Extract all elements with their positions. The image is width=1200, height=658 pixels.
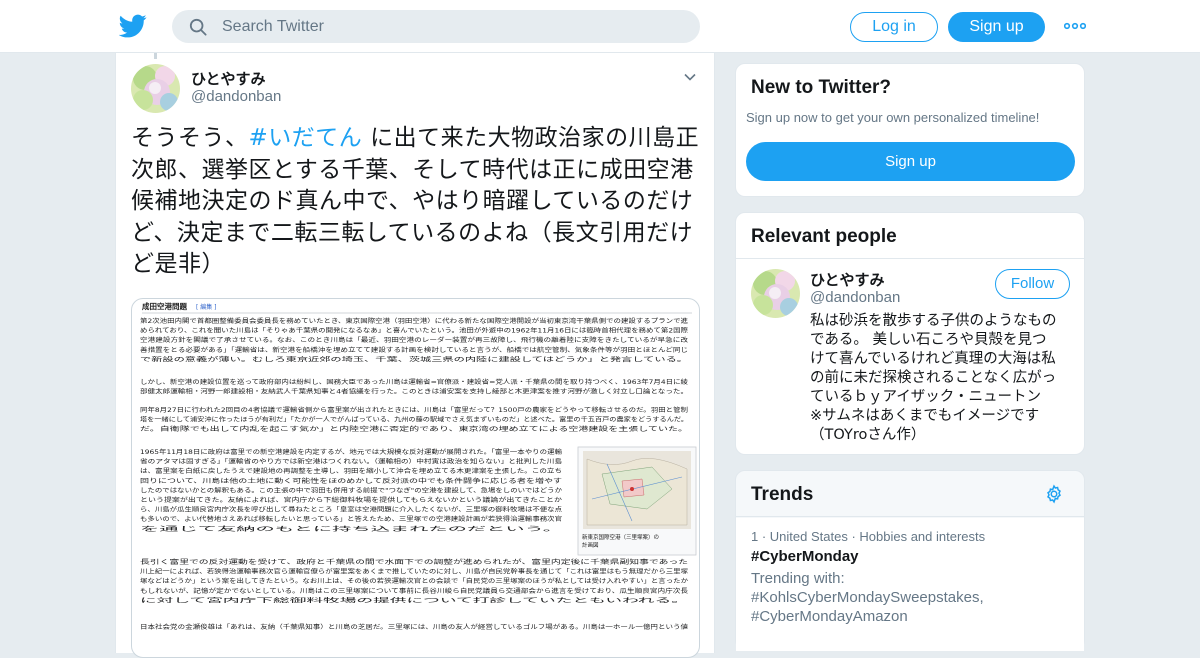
top-nav-bar: Log in Sign up <box>0 0 1200 53</box>
trend-related-line: #KohlsCyberMondaySweepstakes, <box>751 589 984 606</box>
gear-icon[interactable] <box>1044 484 1064 504</box>
wiki-excerpt-image: 成田空港問題 [ 編集 ] 第2次池田内閣で首都圏整備委員会委員長を務めていたと… <box>140 301 697 631</box>
trend-related: Trending with: #KohlsCyberMondaySweepsta… <box>751 569 984 626</box>
tweet-card: ひとやすみ @dandonban そうそう、#いだてん に出て来た大物政治家の川… <box>115 53 715 658</box>
new-to-twitter-module: New to Twitter? Sign up now to get your … <box>735 63 1085 197</box>
wiki-text-line: は、富里案を白紙に戻したうえで建設地の再調整を主導し、羽田を縮小して沖合を埋め立… <box>140 467 562 475</box>
wiki-text-line: 塚などはどうか」という案を出してきたという。なお川上は、その後の若狭運輸次官との… <box>140 577 688 585</box>
wiki-text-line: ら、川島が瓜生順良宮内庁次長を呼び出して尋ねたところ「皇室は空港問題に介入したく… <box>140 506 562 514</box>
bio-line: ※サムネはあくまでもイメージです <box>810 408 1040 424</box>
bio-line: である。 美しい石ころや貝殻を見つ <box>810 332 1047 348</box>
wiki-text-line: 同年8月27日に行われた2回目の4者協議で運輸省側から富里案が出されたときには、… <box>140 406 688 414</box>
bio-line: 私は砂浜を散歩する子供のようなもの <box>810 313 1057 329</box>
avatar[interactable] <box>131 64 180 113</box>
wiki-text-line: 塔を一緒にして浦安沖に作ったほうが有利だ」「たかが一人でがんばっている、九州の藤… <box>140 416 688 424</box>
trend-related-line: Trending with: <box>751 570 845 587</box>
trend-name[interactable]: #CyberMonday <box>751 548 859 565</box>
tweet-media-image[interactable]: 成田空港問題 [ 編集 ] 第2次池田内閣で首都圏整備委員会委員長を務めていたと… <box>131 298 700 658</box>
tweet-text-part: そうそう、 <box>131 125 249 151</box>
wiki-text-line: したのではないかとの解釈もある。この主張の中で羽田も併用する前提で"つなぎ"の空… <box>140 486 562 494</box>
avatar-image <box>751 269 800 318</box>
wiki-text-line: 1965年11月18日に政府は富里での新空港建設を内定するが、地元では大規模な反… <box>140 448 562 456</box>
sidebar-signup-button[interactable]: Sign up <box>746 142 1075 181</box>
person-handle[interactable]: @dandonban <box>810 289 900 306</box>
trends-module: Trends 1 · United States · Hobbies and i… <box>735 470 1085 651</box>
wiki-text-line: 善措置をとる必要がある」「運輸省は、新空港を船橋沖を埋め立てて建設する計画を検討… <box>140 346 688 354</box>
relevant-people-module: Relevant people ひとやすみ @dandonban Follow … <box>735 212 1085 455</box>
person-display-name[interactable]: ひとやすみ <box>810 269 885 290</box>
wiki-text-line: 第2次池田内閣で首都圏整備委員会委員長を務めていたとき、東京国際空港（羽田空港）… <box>140 317 688 325</box>
wiki-text-line: 回りについて、川島は他の土地に動く可能性をほのめかして反対派の中でも条件闘争に応… <box>140 477 562 485</box>
bio-line: ているｂｙアイザック・ニュートン <box>810 389 1041 405</box>
trends-header: Trends <box>736 471 1084 517</box>
trends-title: Trends <box>751 484 814 505</box>
wiki-text-line: 川上紀一によれば、若狭得治運輸事務次官ら運輸官僚らが富里案をあくまで推していたの… <box>140 568 688 576</box>
avatar-image <box>131 64 180 113</box>
avatar[interactable] <box>751 269 800 318</box>
wiki-text-line: も多いので、よい代替地さえあれば移転したいと思っている」と答えたため、三里塚での… <box>140 515 562 523</box>
search-input[interactable] <box>222 10 682 43</box>
hashtag-link[interactable]: #いだてん <box>249 125 363 151</box>
bio-line: （TOYroさん作） <box>810 427 926 443</box>
wiki-section-title: 成田空港問題 <box>142 301 187 311</box>
wiki-text-line: しかし、新空港の建設位置を巡って政府部内は紛糾し、国務大臣であった川島は運輸省=… <box>140 378 688 386</box>
divider <box>736 258 1084 259</box>
wiki-text-line: に対して宮内庁下総御料牧場の提供について打診していたともいわれる。 <box>140 596 688 604</box>
trend-related-line: #CyberMondayAmazon <box>751 608 908 625</box>
more-options-icon[interactable] <box>1064 17 1086 35</box>
wiki-text-line: 省のアタマは固すぎる」「運輸省のやり方では新空港はつくれない。（運輸相の）中村寅… <box>140 458 562 466</box>
trend-item[interactable]: 1 · United States · Hobbies and interest… <box>736 518 1084 651</box>
login-button[interactable]: Log in <box>850 12 938 42</box>
signup-button[interactable]: Sign up <box>948 12 1045 42</box>
tweet-text: そうそう、#いだてん に出て来た大物政治家の川島正次郎、選挙区とする千葉、そして… <box>131 123 701 281</box>
wiki-edit-link: [ 編集 ] <box>196 303 217 311</box>
wiki-text-line: を通じて友納のもとに持ち込まれたのだという。 <box>140 525 562 533</box>
person-bio: 私は砂浜を散歩する子供のようなもの である。 美しい石ころや貝殻を見つ けて喜ん… <box>810 312 1075 445</box>
follow-button[interactable]: Follow <box>995 269 1070 299</box>
wiki-text-line: められており、これを聞いた川島は「そりゃあ千葉県の開発になるなあ」と喜んでいたと… <box>140 327 688 335</box>
wiki-text-line: だ。自衛隊でも出して内乱を起こす気か」と内陸空港に否定的であり、東京湾の埋め立て… <box>140 425 688 433</box>
trend-meta: 1 · United States · Hobbies and interest… <box>751 529 986 544</box>
new-to-twitter-subtitle: Sign up now to get your own personalized… <box>746 110 1040 125</box>
thread-connector <box>154 53 157 59</box>
wiki-text-line: 部健太郎運輸相・河野一郎建設相・友納武人千葉県知事と4者協議を行った。このときは… <box>140 388 688 396</box>
wiki-text-line: という提案が出てきた。友納によれば、宮内庁から下総御料牧場を提供してもらえないか… <box>140 496 562 504</box>
user-display-name[interactable]: ひとやすみ <box>191 68 266 89</box>
wiki-text-line: もしれないが、記憶が定かでないとしている。川島はこの三里塚案について事前に長谷川… <box>140 587 688 595</box>
bio-line: けて喜んでいるけれど真理の大海は私 <box>810 351 1056 367</box>
map-thumbnail: 新東京国際空港（三里塚案）の 計画図 <box>577 446 697 556</box>
map-caption: 計画図 <box>582 541 599 549</box>
map-caption: 新東京国際空港（三里塚案）の <box>582 533 659 541</box>
wiki-text-line: 長引く富里での反対運動を受けて、政府と千葉県の間で水面下での調整が進められたが、… <box>140 558 688 566</box>
bio-line: の前に未だ探検されることなく広がっ <box>810 370 1057 386</box>
wiki-text-line: 空港建設方針を閣議で了承させている。なお、このとき川島は「最近、羽田空港のレーダ… <box>140 336 688 344</box>
chevron-down-icon[interactable] <box>683 70 697 84</box>
relevant-people-title: Relevant people <box>751 226 897 247</box>
search-box[interactable] <box>172 10 700 43</box>
search-icon <box>189 18 207 36</box>
wiki-text-line: で新設の意義が薄い。むしろ東京近郊の埼玉、千葉、茨城三県の内陸に建設してはどうか… <box>140 355 688 363</box>
twitter-bird-icon[interactable] <box>119 12 147 40</box>
new-to-twitter-title: New to Twitter? <box>751 77 892 98</box>
user-handle[interactable]: @dandonban <box>191 88 281 105</box>
